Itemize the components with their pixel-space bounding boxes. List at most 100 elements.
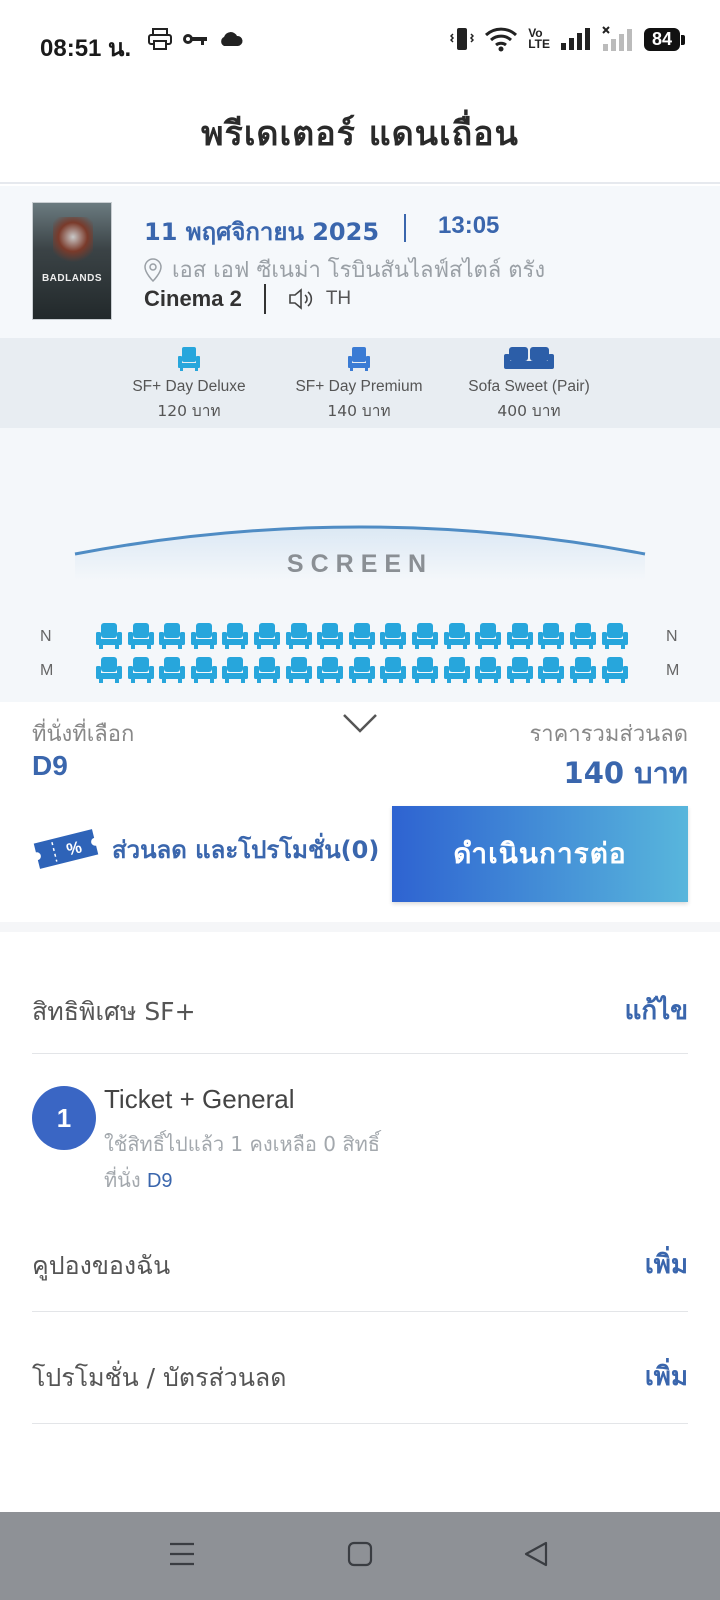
sofa-icon xyxy=(504,347,554,369)
ticket-seat-value: D9 xyxy=(146,1170,173,1192)
promo-link[interactable]: % ส่วนลด และโปรโมชั่น(0) xyxy=(32,826,379,872)
seat[interactable] xyxy=(253,656,280,684)
speaker-icon xyxy=(289,288,312,310)
seat-map[interactable]: SCREEN N N M M xyxy=(0,428,720,702)
date-time-divider xyxy=(404,214,406,242)
wifi-icon xyxy=(485,27,518,52)
seat[interactable] xyxy=(538,622,565,650)
location-row: เอส เอฟ ซีเนม่า โรบินสันไลฟ์สไตล์ ตรัง xyxy=(144,252,545,287)
seat[interactable] xyxy=(538,656,565,684)
home-icon[interactable] xyxy=(346,1540,374,1568)
continue-button[interactable]: ดำเนินการต่อ xyxy=(392,806,688,902)
seat[interactable] xyxy=(127,622,154,650)
promotions-label: โปรโมชั่น / บัตรส่วนลด xyxy=(32,1363,287,1392)
screen-label: SCREEN xyxy=(286,550,434,578)
seat[interactable] xyxy=(380,622,407,650)
seat[interactable] xyxy=(569,622,596,650)
seat-type-legend: SF+ Day Deluxe 120 บาท SF+ Day Premium 1… xyxy=(0,338,720,428)
key-icon xyxy=(183,34,207,45)
seat[interactable] xyxy=(601,656,628,684)
hall-divider xyxy=(263,284,266,314)
selected-seats-value: D9 xyxy=(32,750,68,781)
ticket-name: Ticket + General xyxy=(104,1084,295,1114)
seat[interactable] xyxy=(380,656,407,684)
seat[interactable] xyxy=(411,656,438,684)
total-price-value: 140 บาท xyxy=(563,756,688,790)
seat[interactable] xyxy=(475,656,502,684)
seat[interactable] xyxy=(127,656,154,684)
show-time: 13:05 xyxy=(438,212,500,239)
seat[interactable] xyxy=(285,622,312,650)
seat[interactable] xyxy=(96,656,122,684)
row-label-left: N xyxy=(40,628,52,645)
add-coupon-button[interactable]: เพิ่ม xyxy=(645,1244,688,1285)
hall-name: Cinema 2 xyxy=(144,286,242,311)
privileges-row: สิทธิพิเศษ SF+ แก้ไข xyxy=(32,966,688,1054)
seat[interactable] xyxy=(96,622,122,650)
ticket-item: 1 Ticket + General ใช้สิทธิ์ไปแล้ว 1 คงเ… xyxy=(32,1084,688,1196)
discount-ticket-icon: % xyxy=(33,829,99,869)
legend-item-sofa: Sofa Sweet (Pair) 400 บาท xyxy=(444,346,614,423)
armchair-icon xyxy=(348,347,370,371)
seat[interactable] xyxy=(317,622,344,650)
legend-price: 120 บาท xyxy=(157,402,221,420)
battery-indicator: 84 xyxy=(643,27,686,51)
system-nav-bar xyxy=(0,1512,720,1600)
cloud-icon xyxy=(221,32,243,46)
seat[interactable] xyxy=(317,656,344,684)
seat[interactable] xyxy=(411,622,438,650)
vibrate-icon xyxy=(450,28,475,50)
seat[interactable] xyxy=(190,622,217,650)
cinema-location: เอส เอฟ ซีเนม่า โรบินสันไลฟ์สไตล์ ตรัง xyxy=(172,258,546,283)
section-divider xyxy=(0,922,720,932)
menu-icon[interactable] xyxy=(168,1540,196,1568)
seat[interactable] xyxy=(159,656,186,684)
legend-name: SF+ Day Premium xyxy=(295,378,423,395)
legend-name: Sofa Sweet (Pair) xyxy=(468,378,590,395)
seat[interactable] xyxy=(222,622,249,650)
seat[interactable] xyxy=(159,622,186,650)
row-label-right: M xyxy=(666,662,680,679)
audio-language: TH xyxy=(325,288,352,309)
back-icon[interactable] xyxy=(522,1540,550,1568)
volte-indicator: Vo LTE xyxy=(528,26,550,51)
seat[interactable] xyxy=(475,622,502,650)
movie-info: BADLANDS 11 พฤศจิกายน 2025 13:05 เอส เอฟ… xyxy=(0,186,720,338)
signal-icon xyxy=(560,28,590,50)
seat[interactable] xyxy=(222,656,249,684)
seat[interactable] xyxy=(569,656,596,684)
chevron-down-icon[interactable] xyxy=(342,712,378,734)
legend-item-deluxe: SF+ Day Deluxe 120 บาท xyxy=(104,346,274,423)
show-date: 11 พฤศจิกายน 2025 xyxy=(144,218,380,246)
seat[interactable] xyxy=(506,622,533,650)
legend-name: SF+ Day Deluxe xyxy=(132,378,246,395)
add-promotion-button[interactable]: เพิ่ม xyxy=(645,1356,688,1397)
booking-summary: ที่นั่งที่เลือก D9 ราคารวมส่วนลด 140 บาท… xyxy=(0,702,720,928)
hall-row: Cinema 2 TH xyxy=(144,284,351,314)
seat[interactable] xyxy=(190,656,217,684)
ticket-usage: ใช้สิทธิ์ไปแล้ว 1 คงเหลือ 0 สิทธิ์ xyxy=(104,1132,380,1156)
seat[interactable] xyxy=(285,656,312,684)
seat-row-m xyxy=(96,656,628,684)
edit-privileges-button[interactable]: แก้ไข xyxy=(625,990,688,1031)
seat[interactable] xyxy=(506,656,533,684)
printer-icon xyxy=(148,28,172,50)
seat[interactable] xyxy=(443,656,470,684)
seat[interactable] xyxy=(601,622,628,650)
legend-item-premium: SF+ Day Premium 140 บาท xyxy=(274,346,444,423)
seat[interactable] xyxy=(443,622,470,650)
seat[interactable] xyxy=(348,622,375,650)
seat[interactable] xyxy=(253,622,280,650)
privileges-label: สิทธิพิเศษ SF+ xyxy=(32,997,196,1026)
poster-artwork xyxy=(53,217,93,267)
legend-price: 400 บาท xyxy=(497,402,561,420)
location-pin-icon xyxy=(144,257,162,282)
row-label-left: M xyxy=(40,662,54,679)
title-bar: พรีเดเตอร์ แดนเถื่อน xyxy=(0,84,720,184)
armchair-icon xyxy=(178,347,200,371)
ticket-number-badge: 1 xyxy=(32,1086,96,1150)
total-price-label: ราคารวมส่วนลด xyxy=(529,722,688,747)
selected-seats-label: ที่นั่งที่เลือก xyxy=(32,722,135,747)
seat[interactable] xyxy=(348,656,375,684)
row-label-right: N xyxy=(666,628,678,645)
